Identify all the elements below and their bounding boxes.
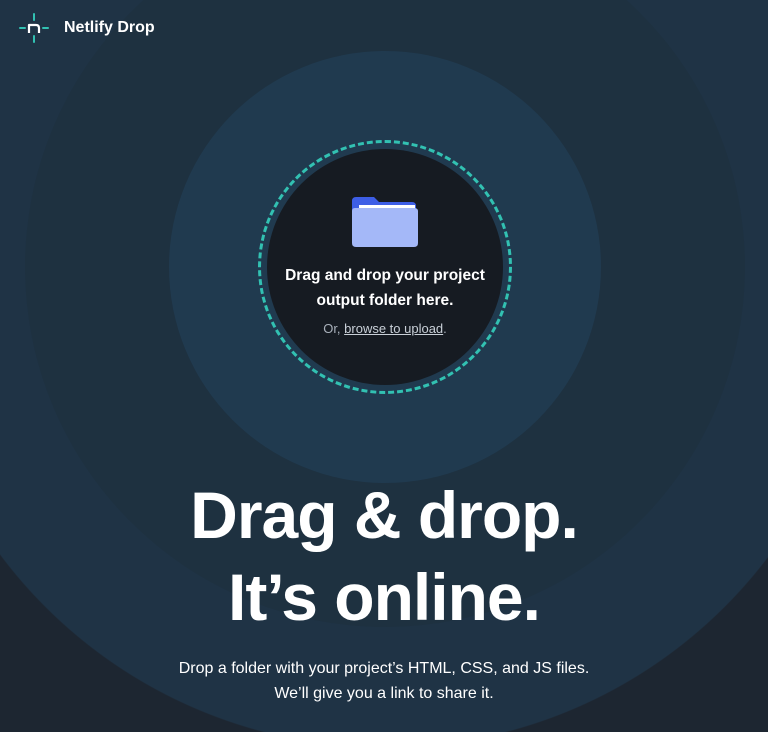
dropzone-sub-suffix: . (443, 321, 447, 336)
dropzone-subtext: Or, browse to upload. (323, 321, 447, 336)
hero-desc-line-1: Drop a folder with your project’s HTML, … (178, 660, 590, 677)
hero-description: Drop a folder with your project’s HTML, … (0, 656, 768, 706)
dropzone-inner: Drag and drop your project output folder… (267, 149, 503, 385)
dropzone-sub-prefix: Or, (323, 321, 345, 336)
hero-desc-line-2: We’ll give you a link to share it. (274, 685, 494, 702)
folder-icon (350, 195, 420, 249)
hero-line-2: It’s online. (228, 560, 541, 634)
hero-headline: Drag & drop. It’s online. (0, 474, 768, 638)
hero-line-1: Drag & drop. (190, 478, 579, 552)
dropzone-title: Drag and drop your project output folder… (285, 267, 485, 309)
netlify-logo-icon[interactable] (18, 12, 50, 44)
browse-to-upload-link[interactable]: browse to upload (344, 321, 443, 336)
dropzone[interactable]: Drag and drop your project output folder… (258, 140, 512, 394)
header: Netlify Drop (18, 12, 155, 44)
page: Netlify Drop Drag and drop your project … (0, 0, 768, 732)
brand-name[interactable]: Netlify Drop (64, 19, 155, 37)
